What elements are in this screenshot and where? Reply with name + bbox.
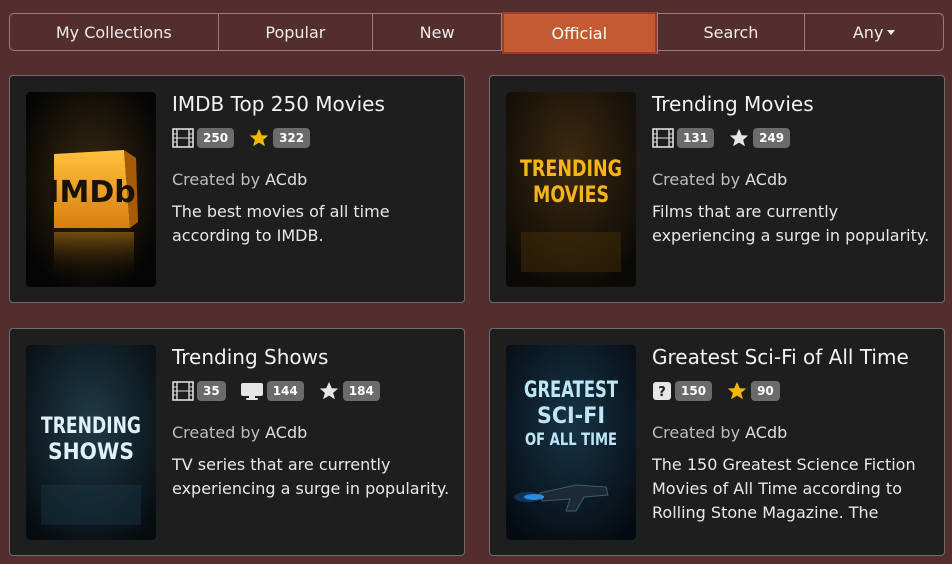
collection-title[interactable]: Greatest Sci-Fi of All Time bbox=[652, 345, 909, 369]
poster-line-3: OF ALL TIME bbox=[525, 430, 617, 450]
collection-description: Films that are currently experiencing a … bbox=[652, 202, 930, 245]
poster-line-2: SHOWS bbox=[48, 440, 134, 465]
tv-count-badge: 144 bbox=[266, 381, 304, 401]
star-count-badge: 184 bbox=[342, 381, 380, 401]
collection-creator: Created by ACdb bbox=[172, 423, 307, 442]
collection-card[interactable]: GREATEST SCI-FI OF ALL TIME Greatest Sci… bbox=[489, 328, 945, 556]
tab-popular[interactable]: Popular bbox=[219, 14, 374, 50]
collection-poster: IMDb bbox=[26, 92, 156, 287]
poster-line-1: TRENDING bbox=[520, 157, 622, 182]
collection-card[interactable]: IMDb IMDB Top 250 Movies 250 322 Created… bbox=[9, 75, 465, 303]
unknown-count-badge: 150 bbox=[675, 381, 713, 401]
tv-icon bbox=[240, 383, 263, 400]
collection-poster: GREATEST SCI-FI OF ALL TIME bbox=[506, 345, 636, 540]
collection-stats: 250 322 bbox=[172, 127, 324, 149]
tab-official[interactable]: Official bbox=[501, 12, 658, 54]
collection-description: The 150 Greatest Science Fiction Movies … bbox=[652, 455, 916, 522]
created-by-label: Created by bbox=[172, 423, 261, 442]
svg-text:?: ? bbox=[658, 385, 666, 400]
film-count-badge: 250 bbox=[197, 128, 235, 148]
film-count-badge: 131 bbox=[677, 128, 715, 148]
poster-imdb-text: IMDb bbox=[48, 175, 135, 210]
collection-description: TV series that are currently experiencin… bbox=[172, 455, 450, 498]
film-icon bbox=[172, 381, 194, 401]
tab-new[interactable]: New bbox=[373, 14, 502, 50]
star-count-stat: 322 bbox=[248, 127, 311, 149]
collection-card[interactable]: TRENDING SHOWS Trending Shows 35 144 184… bbox=[9, 328, 465, 556]
tab-search[interactable]: Search bbox=[658, 14, 806, 50]
collection-poster: TRENDING SHOWS bbox=[26, 345, 156, 540]
film-count-badge: 35 bbox=[197, 381, 226, 401]
film-count-stat: 35 bbox=[172, 381, 226, 401]
creator-name[interactable]: ACdb bbox=[745, 170, 787, 189]
collection-creator: Created by ACdb bbox=[652, 170, 787, 189]
tab-my-collections[interactable]: My Collections bbox=[10, 14, 219, 50]
tab-any-dropdown[interactable]: Any bbox=[805, 14, 943, 50]
star-count-badge: 90 bbox=[751, 381, 780, 401]
collection-creator: Created by ACdb bbox=[172, 170, 307, 189]
collection-card[interactable]: TRENDING MOVIES Trending Movies 131 249 … bbox=[489, 75, 945, 303]
collection-title[interactable]: Trending Shows bbox=[172, 345, 328, 369]
collection-description: The best movies of all time according to… bbox=[172, 202, 390, 245]
creator-name[interactable]: ACdb bbox=[265, 423, 307, 442]
star-icon bbox=[727, 381, 747, 400]
created-by-label: Created by bbox=[652, 423, 741, 442]
creator-name[interactable]: ACdb bbox=[265, 170, 307, 189]
star-icon bbox=[249, 128, 269, 147]
poster-line-2: MOVIES bbox=[533, 183, 609, 208]
star-icon bbox=[729, 128, 749, 147]
poster-line-1: TRENDING bbox=[41, 414, 141, 439]
tab-any-label: Any bbox=[852, 22, 884, 42]
poster-line-1: GREATEST bbox=[524, 378, 618, 403]
collection-title[interactable]: Trending Movies bbox=[652, 92, 814, 116]
chevron-down-icon bbox=[887, 29, 896, 35]
collection-creator: Created by ACdb bbox=[652, 423, 787, 442]
film-icon bbox=[172, 128, 194, 148]
collection-poster: TRENDING MOVIES bbox=[506, 92, 636, 287]
unknown-count-stat: ? 150 bbox=[652, 381, 713, 401]
tv-count-stat: 144 bbox=[240, 381, 304, 401]
star-count-stat: 90 bbox=[726, 380, 780, 402]
star-count-stat: 184 bbox=[318, 380, 380, 402]
created-by-label: Created by bbox=[172, 170, 261, 189]
collection-stats: 131 249 bbox=[652, 127, 804, 149]
star-count-badge: 249 bbox=[753, 128, 791, 148]
collection-title[interactable]: IMDB Top 250 Movies bbox=[172, 92, 385, 116]
created-by-label: Created by bbox=[652, 170, 741, 189]
collection-tabs: My Collections Popular New Official Sear… bbox=[9, 12, 944, 54]
star-icon bbox=[319, 381, 338, 400]
collection-stats: ? 150 90 bbox=[652, 380, 794, 402]
film-icon bbox=[652, 128, 674, 148]
poster-line-2: SCI-FI bbox=[537, 404, 605, 429]
collection-stats: 35 144 184 bbox=[172, 380, 394, 402]
star-count-stat: 249 bbox=[728, 127, 791, 149]
question-icon: ? bbox=[653, 382, 671, 400]
film-count-stat: 131 bbox=[652, 128, 715, 148]
film-count-stat: 250 bbox=[172, 128, 235, 148]
star-count-badge: 322 bbox=[273, 128, 311, 148]
creator-name[interactable]: ACdb bbox=[745, 423, 787, 442]
